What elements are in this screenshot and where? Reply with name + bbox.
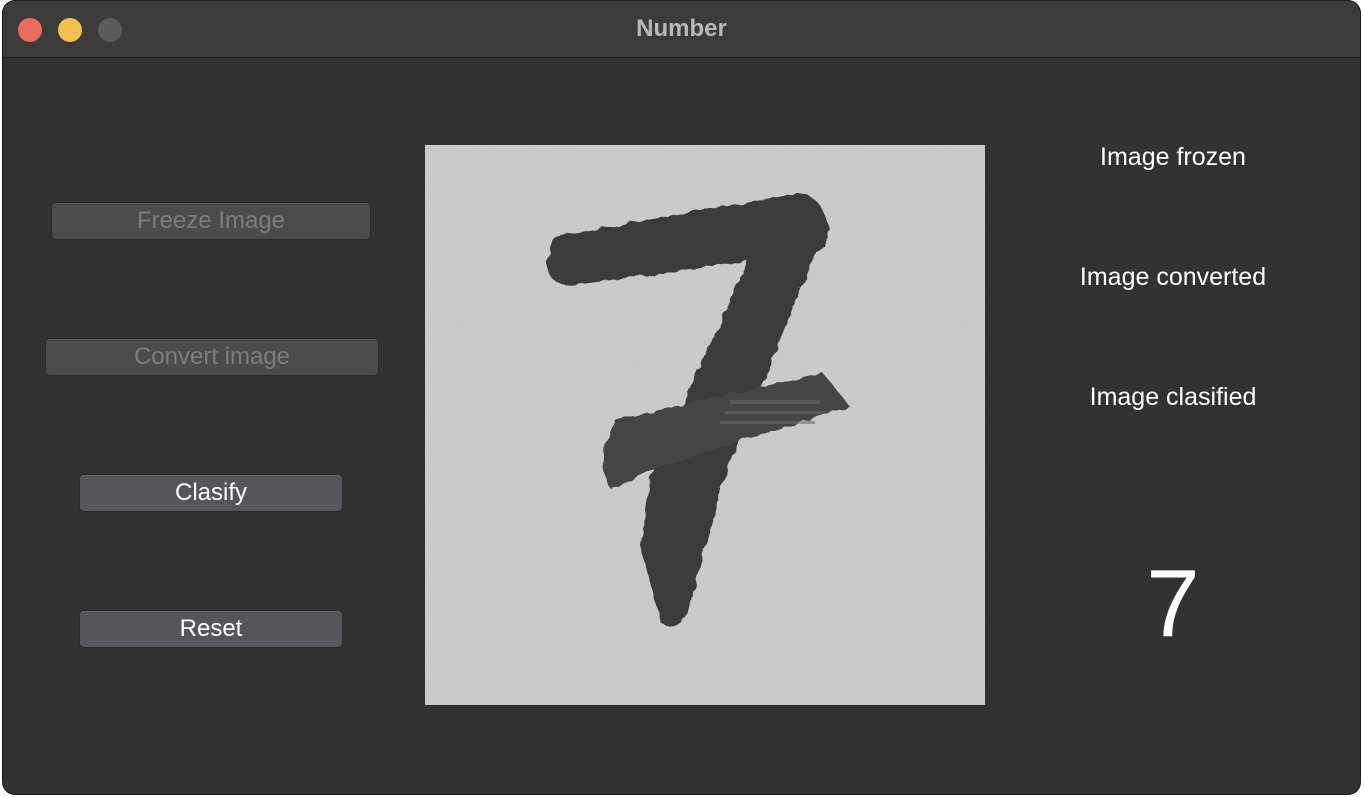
window-title: Number bbox=[636, 15, 727, 42]
convert-image-button[interactable]: Convert image bbox=[45, 338, 379, 376]
status-image-converted: Image converted bbox=[1079, 263, 1267, 291]
digit-image bbox=[425, 145, 985, 705]
clasify-button[interactable]: Clasify bbox=[79, 474, 343, 512]
app-window: Number Freeze Image Convert image Clasif… bbox=[3, 1, 1360, 794]
prediction-result: 7 bbox=[1146, 550, 1200, 657]
status-image-frozen: Image frozen bbox=[1100, 143, 1246, 171]
freeze-image-button[interactable]: Freeze Image bbox=[51, 202, 371, 240]
handwritten-seven-photo bbox=[425, 145, 985, 705]
title-bar[interactable]: Number bbox=[3, 1, 1360, 58]
status-image-clasified: Image clasified bbox=[1089, 383, 1257, 411]
reset-button[interactable]: Reset bbox=[79, 610, 343, 648]
